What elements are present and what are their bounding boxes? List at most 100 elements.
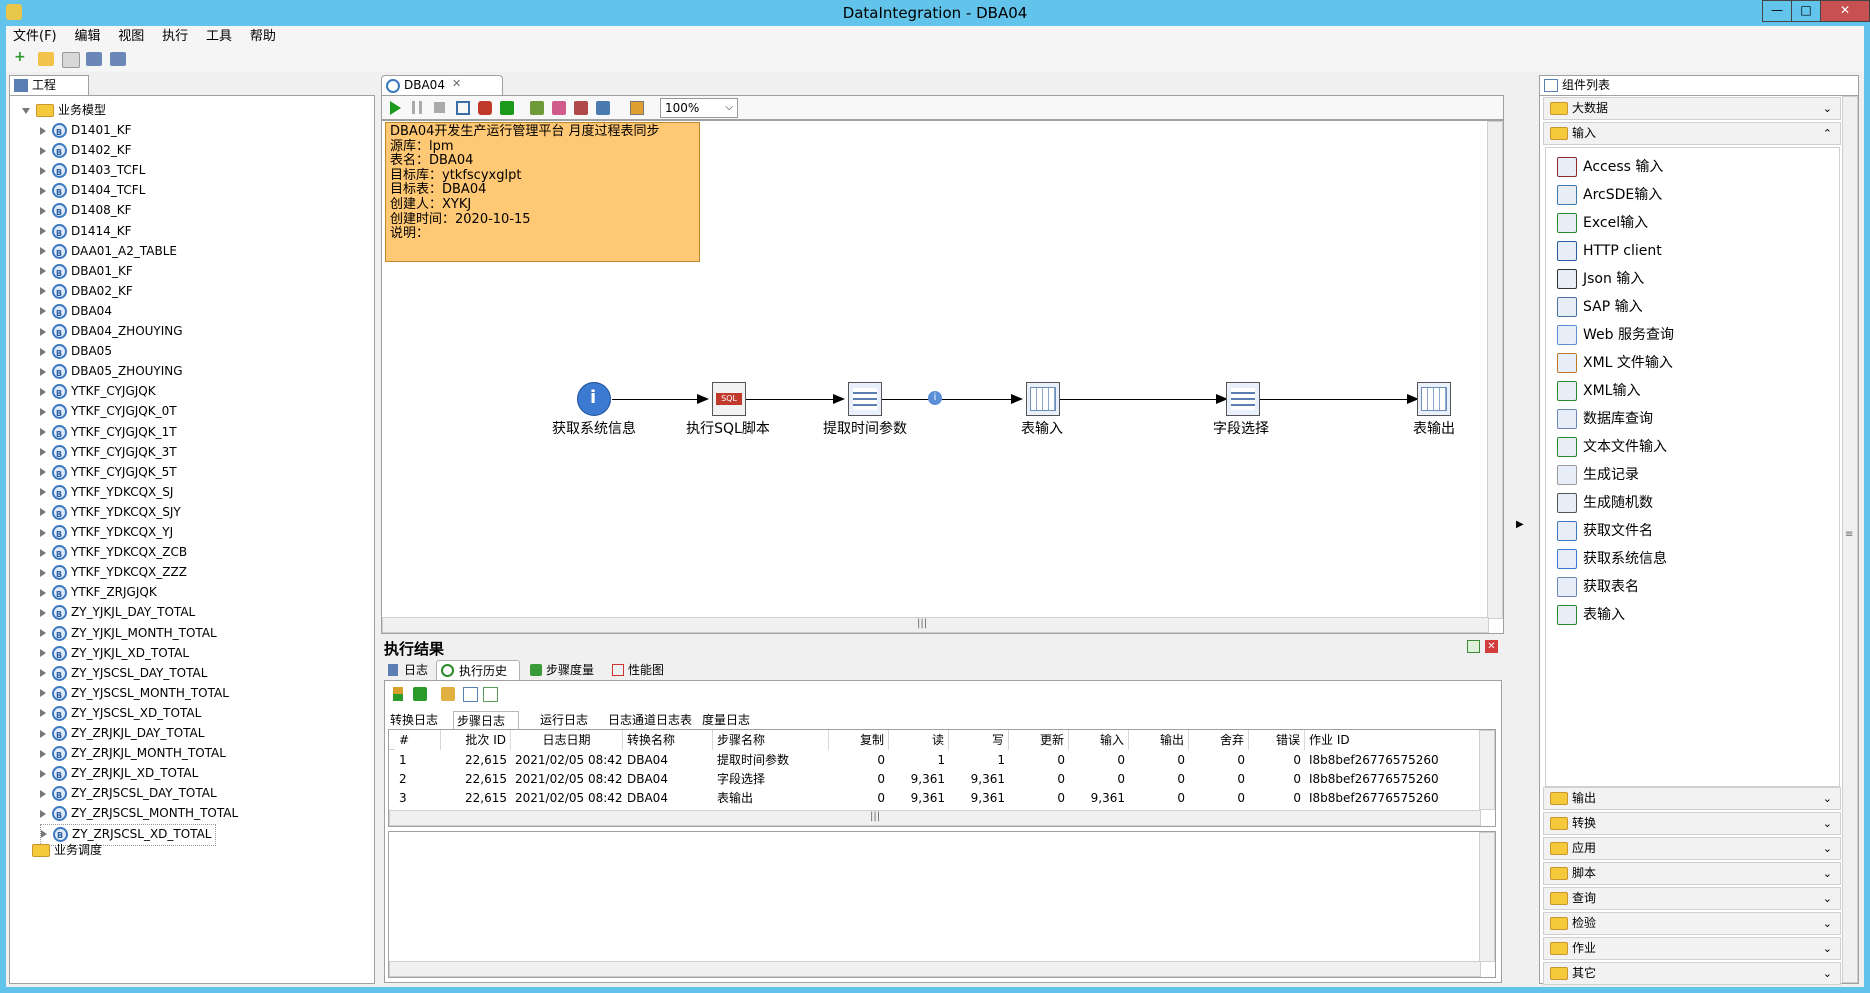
table-cell[interactable]: I8b8bef26776575260 <box>1305 769 1481 789</box>
close-tab-icon[interactable]: ✕ <box>452 77 461 90</box>
column-header[interactable]: 步骤名称 <box>713 730 829 750</box>
run-icon[interactable] <box>390 101 401 115</box>
menu-help[interactable]: 帮助 <box>243 26 283 48</box>
expand-icon[interactable] <box>40 307 46 316</box>
palette-category[interactable]: 作业 ⌄ <box>1543 937 1841 960</box>
step-table-input[interactable] <box>1026 382 1060 416</box>
palette-category[interactable]: 检验 ⌄ <box>1543 912 1841 935</box>
table-cell[interactable]: 2021/02/05 08:42:21 <box>511 750 623 770</box>
palette-item[interactable]: 表输入 <box>1557 603 1625 627</box>
expand-icon[interactable] <box>22 107 30 114</box>
table-cell[interactable]: 0 <box>829 788 889 808</box>
palette-item[interactable]: HTTP client <box>1557 239 1662 263</box>
step-execute-sql[interactable]: SQL <box>712 382 746 416</box>
pause-icon[interactable] <box>412 101 422 114</box>
column-header[interactable]: 读 <box>889 730 949 750</box>
expand-icon[interactable] <box>40 508 46 517</box>
chevron-down-icon[interactable]: ⌄ <box>1823 888 1832 909</box>
column-header[interactable]: # <box>395 730 441 750</box>
chevron-down-icon[interactable]: ⌄ <box>1823 963 1832 984</box>
expand-icon[interactable] <box>40 769 46 778</box>
palette-category[interactable]: 输出 ⌄ <box>1543 787 1841 810</box>
tree-item[interactable]: YTKF_CYJGJQK_3T <box>40 442 177 465</box>
maximize-panel-icon[interactable] <box>1467 640 1480 653</box>
hop-line[interactable] <box>1060 399 1226 400</box>
table-cell[interactable]: 9,361 <box>889 788 949 808</box>
expand-icon[interactable] <box>40 327 46 336</box>
tree-item[interactable]: ZY_YJSCSL_XD_TOTAL <box>40 703 201 726</box>
tree-root-business-model[interactable]: 业务模型 <box>22 100 106 120</box>
tree-item[interactable]: ZY_YJKJL_DAY_TOTAL <box>40 602 195 625</box>
expand-icon[interactable] <box>40 568 46 577</box>
expand-icon[interactable] <box>40 267 46 276</box>
tree-item[interactable]: D1403_TCFL <box>40 160 145 183</box>
menu-file[interactable]: 文件(F) <box>6 26 64 48</box>
tree-item[interactable]: D1401_KF <box>40 120 132 143</box>
table-cell[interactable]: I8b8bef26776575260 <box>1305 788 1481 808</box>
palette-item[interactable]: Excel输入 <box>1557 211 1648 235</box>
table-check-icon[interactable] <box>483 687 498 702</box>
table-cell[interactable]: 0 <box>1129 788 1189 808</box>
expand-icon[interactable] <box>40 709 46 718</box>
impact-icon[interactable] <box>552 101 566 115</box>
zoom-select[interactable]: 100% ⌵ <box>660 98 738 118</box>
table-cell[interactable]: 22,615 <box>441 769 511 789</box>
menu-run[interactable]: 执行 <box>155 26 195 48</box>
tree-item[interactable]: ZY_YJSCSL_DAY_TOTAL <box>40 663 207 686</box>
palette-item[interactable]: 生成记录 <box>1557 463 1639 487</box>
expand-icon[interactable] <box>40 146 46 155</box>
column-header[interactable]: 批次 ID <box>441 730 511 750</box>
table-cell[interactable]: I8b8bef26776575260 <box>1305 750 1481 770</box>
tree-item[interactable]: DBA05 <box>40 341 112 364</box>
tree-item[interactable]: ZY_ZRJKJL_MONTH_TOTAL <box>40 743 226 766</box>
palette-category[interactable]: 转换 ⌄ <box>1543 812 1841 835</box>
expand-icon[interactable] <box>40 689 46 698</box>
tab-performance[interactable]: 性能图 <box>608 660 678 680</box>
column-header[interactable]: 错误 <box>1249 730 1305 750</box>
save-icon[interactable] <box>86 52 102 66</box>
expand-icon[interactable] <box>40 126 46 135</box>
detail-horizontal-scrollbar[interactable] <box>389 961 1481 977</box>
expand-icon[interactable] <box>40 588 46 597</box>
tree-item[interactable]: YTKF_YDKCQX_ZCB <box>40 542 187 565</box>
palette-item[interactable]: Json 输入 <box>1557 267 1644 291</box>
tab-step-log[interactable]: 步骤日志表 <box>453 711 519 746</box>
tab-project[interactable]: 工程 <box>9 75 89 95</box>
table-cell[interactable]: 0 <box>1189 769 1249 789</box>
table-cell[interactable]: 0 <box>1069 769 1129 789</box>
table-cell[interactable]: 9,361 <box>949 788 1009 808</box>
palette-item[interactable]: XML 文件输入 <box>1557 351 1673 375</box>
table-cell[interactable]: DBA04 <box>623 788 713 808</box>
tab-run-log[interactable]: 运行日志表 <box>537 711 601 745</box>
table-cell[interactable]: 0 <box>829 769 889 789</box>
table-horizontal-scrollbar[interactable]: ||| <box>389 810 1481 826</box>
column-header[interactable]: 输入 <box>1069 730 1129 750</box>
close-button[interactable]: ✕ <box>1820 0 1870 22</box>
canvas-horizontal-scrollbar[interactable]: ||| <box>382 617 1489 633</box>
column-header[interactable]: 写 <box>949 730 1009 750</box>
explore-icon[interactable] <box>62 52 80 68</box>
expand-icon[interactable] <box>40 247 46 256</box>
table-cell[interactable]: 9,361 <box>1069 788 1129 808</box>
expand-icon[interactable] <box>40 809 46 818</box>
table-cell[interactable]: 9,361 <box>889 769 949 789</box>
table-cell[interactable]: 22,615 <box>441 750 511 770</box>
palette-category[interactable]: 其它 ⌄ <box>1543 962 1841 985</box>
tree-item[interactable]: YTKF_YDKCQX_ZZZ <box>40 562 187 585</box>
table-cell[interactable]: 0 <box>1009 750 1069 770</box>
table-cell[interactable]: 2021/02/05 08:42:21 <box>511 769 623 789</box>
menu-edit[interactable]: 编辑 <box>67 26 107 48</box>
column-header[interactable]: 舍弃 <box>1189 730 1249 750</box>
tree-item[interactable]: YTKF_YDKCQX_YJ <box>40 522 173 545</box>
tree-item[interactable]: ZY_ZRJKJL_XD_TOTAL <box>40 763 198 786</box>
palette-item[interactable]: 文本文件输入 <box>1557 435 1667 459</box>
menu-tools[interactable]: 工具 <box>199 26 239 48</box>
palette-category[interactable]: 查询 ⌄ <box>1543 887 1841 910</box>
sql-icon[interactable] <box>574 101 588 115</box>
palette-category[interactable]: 大数据 ⌄ <box>1543 97 1841 120</box>
chevron-down-icon[interactable]: ⌄ <box>1823 838 1832 859</box>
expand-icon[interactable] <box>40 428 46 436</box>
chevron-down-icon[interactable]: ⌄ <box>1823 813 1832 834</box>
table-cell[interactable]: 3 <box>395 788 441 808</box>
tree-item[interactable]: DBA04_ZHOUYING <box>40 321 183 344</box>
